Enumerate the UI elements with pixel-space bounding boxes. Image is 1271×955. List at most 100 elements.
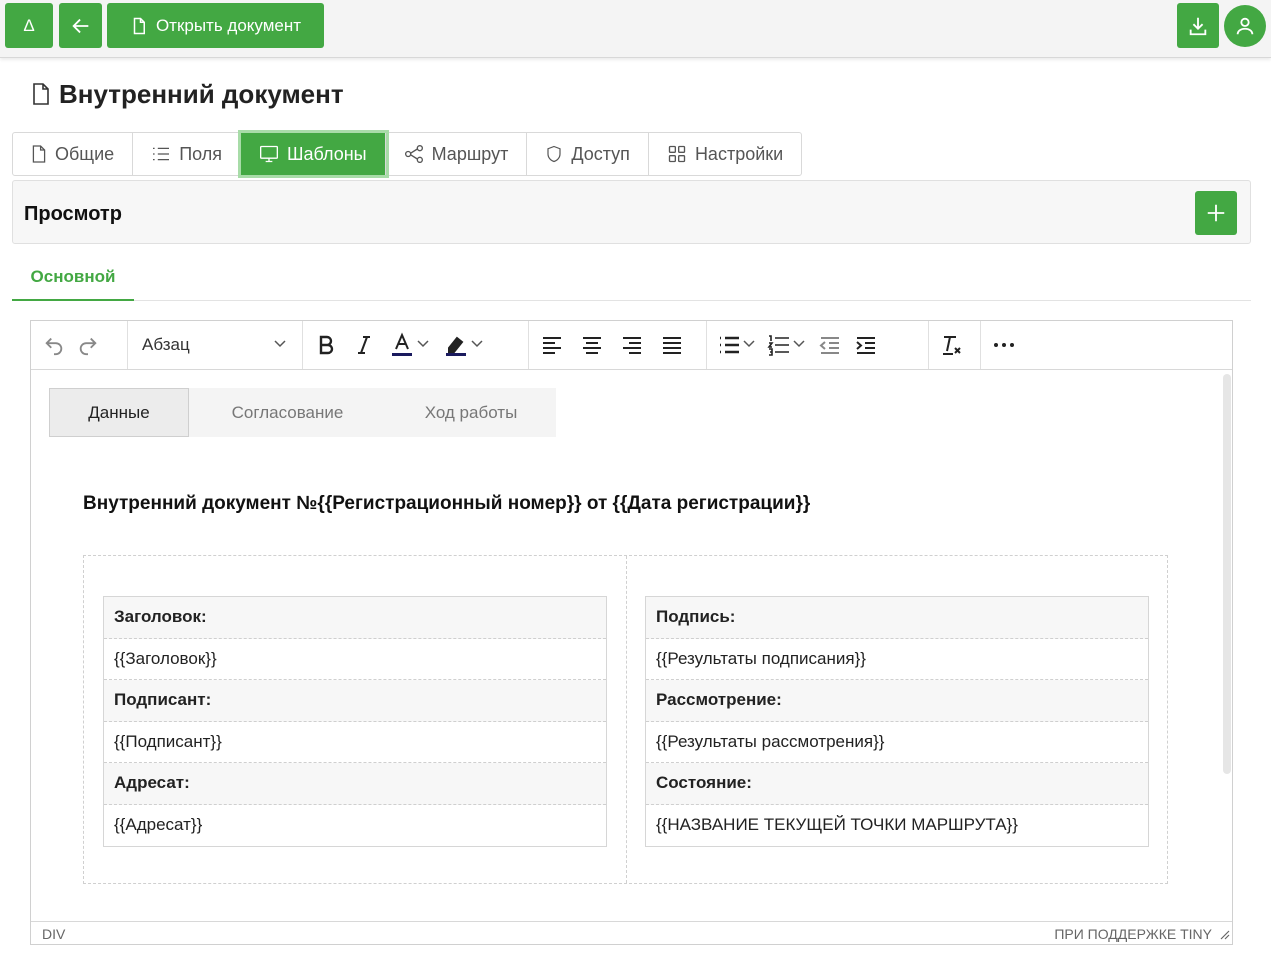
table-row: {{Результаты подписания}} [646, 639, 1148, 680]
editor-statusbar: DIV ПРИ ПОДДЕРЖКЕ TINY [31, 921, 1232, 944]
align-justify-button[interactable] [655, 328, 689, 362]
highlight-color-button[interactable] [439, 328, 489, 362]
back-button[interactable] [59, 3, 102, 48]
clear-formatting-button[interactable] [935, 328, 969, 362]
undo-button[interactable] [37, 328, 71, 362]
table-row: {{Результаты рассмотрения}} [646, 722, 1148, 763]
block-format-value: Абзац [142, 335, 190, 354]
content-tabs: Данные Согласование Ход работы [49, 388, 556, 437]
align-center-button[interactable] [575, 328, 609, 362]
align-left-button[interactable] [535, 328, 569, 362]
grid-icon [668, 145, 686, 163]
tab-approval[interactable]: Согласование [189, 388, 386, 437]
table-row: Рассмотрение: [646, 680, 1148, 722]
numbered-list-icon [767, 335, 789, 356]
indent-button[interactable] [849, 328, 883, 362]
outdent-button[interactable] [813, 328, 847, 362]
file-icon [32, 145, 46, 163]
add-template-button[interactable] [1195, 191, 1237, 235]
user-icon [1236, 17, 1254, 35]
tab-main-template[interactable]: Основной [12, 255, 134, 301]
download-icon [1189, 17, 1207, 35]
table-row: Подпись: [646, 597, 1148, 639]
list-icon [153, 147, 170, 161]
template-tabs: Основной [12, 255, 1251, 301]
tab-label: Доступ [571, 143, 630, 164]
chevron-down-icon [743, 339, 755, 347]
editor-scrollbar[interactable] [1223, 374, 1231, 774]
table-row: Заголовок: [104, 597, 606, 639]
app-menu-button[interactable]: Δ [5, 3, 53, 48]
editor-content[interactable]: Данные Согласование Ход работы Внутренни… [31, 370, 1232, 921]
download-button[interactable] [1177, 3, 1219, 48]
tab-general[interactable]: Общие [13, 133, 134, 175]
bold-button[interactable] [309, 328, 343, 362]
text-color-button[interactable] [385, 328, 435, 362]
editor-toolbar: Абзац [31, 321, 1232, 370]
open-document-button[interactable]: Открыть документ [107, 3, 324, 48]
arrow-left-icon [71, 18, 88, 33]
file-icon [133, 17, 145, 34]
chevron-down-icon [793, 339, 805, 347]
text-color-icon [392, 332, 412, 356]
document-tabs: Общие Поля Шаблоны Маршрут Доступ Настро… [12, 132, 803, 176]
table-row: Состояние: [646, 763, 1148, 805]
redo-button[interactable] [71, 328, 105, 362]
rich-text-editor: Абзац Данные Согласование Ход работы Вну… [30, 320, 1233, 945]
preview-title: Просмотр [24, 203, 122, 225]
tab-settings[interactable]: Настройки [649, 133, 801, 175]
preview-header: Просмотр [12, 180, 1251, 244]
chevron-down-icon [274, 339, 286, 347]
tab-label: Поля [179, 143, 222, 164]
page-title: Внутренний документ [31, 78, 344, 110]
block-format-select[interactable]: Абзац [134, 328, 296, 362]
align-left-icon [543, 337, 561, 354]
open-document-label: Открыть документ [155, 15, 302, 35]
table-row: Адресат: [104, 763, 606, 805]
numbered-list-button[interactable] [763, 328, 811, 362]
monitor-icon [260, 145, 278, 163]
clear-formatting-icon [943, 336, 961, 355]
tab-fields[interactable]: Поля [133, 133, 241, 175]
tab-route[interactable]: Маршрут [386, 133, 528, 175]
align-center-icon [583, 337, 601, 354]
top-bar: Δ Открыть документ [0, 0, 1271, 58]
table-row: {{Заголовок}} [104, 639, 606, 680]
undo-icon [45, 337, 63, 356]
highlighter-icon [446, 336, 466, 356]
layout-table: Заголовок: {{Заголовок}} Подписант: {{По… [83, 555, 1168, 884]
document-heading: Внутренний документ №{{Регистрационный н… [83, 493, 811, 514]
tab-label: Настройки [694, 143, 784, 164]
share-icon [404, 145, 423, 163]
bullet-list-button[interactable] [713, 328, 761, 362]
tab-data[interactable]: Данные [49, 388, 189, 437]
shield-icon [547, 145, 561, 163]
chevron-down-icon [417, 339, 429, 347]
more-options-button[interactable] [987, 328, 1021, 362]
resize-handle-icon[interactable] [1220, 930, 1230, 940]
table-row: Подписант: [104, 680, 606, 722]
tab-label: Шаблоны [287, 143, 367, 164]
tab-templates[interactable]: Шаблоны [241, 133, 386, 175]
align-justify-icon [663, 337, 681, 354]
tab-access[interactable]: Доступ [527, 133, 649, 175]
outdent-icon [819, 337, 839, 354]
file-icon [33, 83, 49, 105]
italic-button[interactable] [347, 328, 381, 362]
element-path[interactable]: DIV [42, 926, 65, 942]
user-profile-button[interactable] [1224, 5, 1266, 47]
redo-icon [79, 337, 97, 356]
app-menu-label: Δ [23, 15, 35, 35]
bullet-list-icon [720, 336, 739, 354]
tab-progress[interactable]: Ход работы [386, 388, 556, 437]
align-right-icon [623, 337, 641, 354]
italic-icon [358, 336, 370, 354]
more-icon [994, 343, 1014, 347]
right-info-table: Подпись: {{Результаты подписания}} Рассм… [645, 596, 1149, 847]
plus-icon [1207, 204, 1225, 222]
left-info-table: Заголовок: {{Заголовок}} Подписант: {{По… [103, 596, 607, 847]
indent-icon [856, 337, 875, 354]
powered-by-link[interactable]: ПРИ ПОДДЕРЖКЕ TINY [1054, 926, 1212, 942]
chevron-down-icon [471, 339, 483, 347]
align-right-button[interactable] [615, 328, 649, 362]
